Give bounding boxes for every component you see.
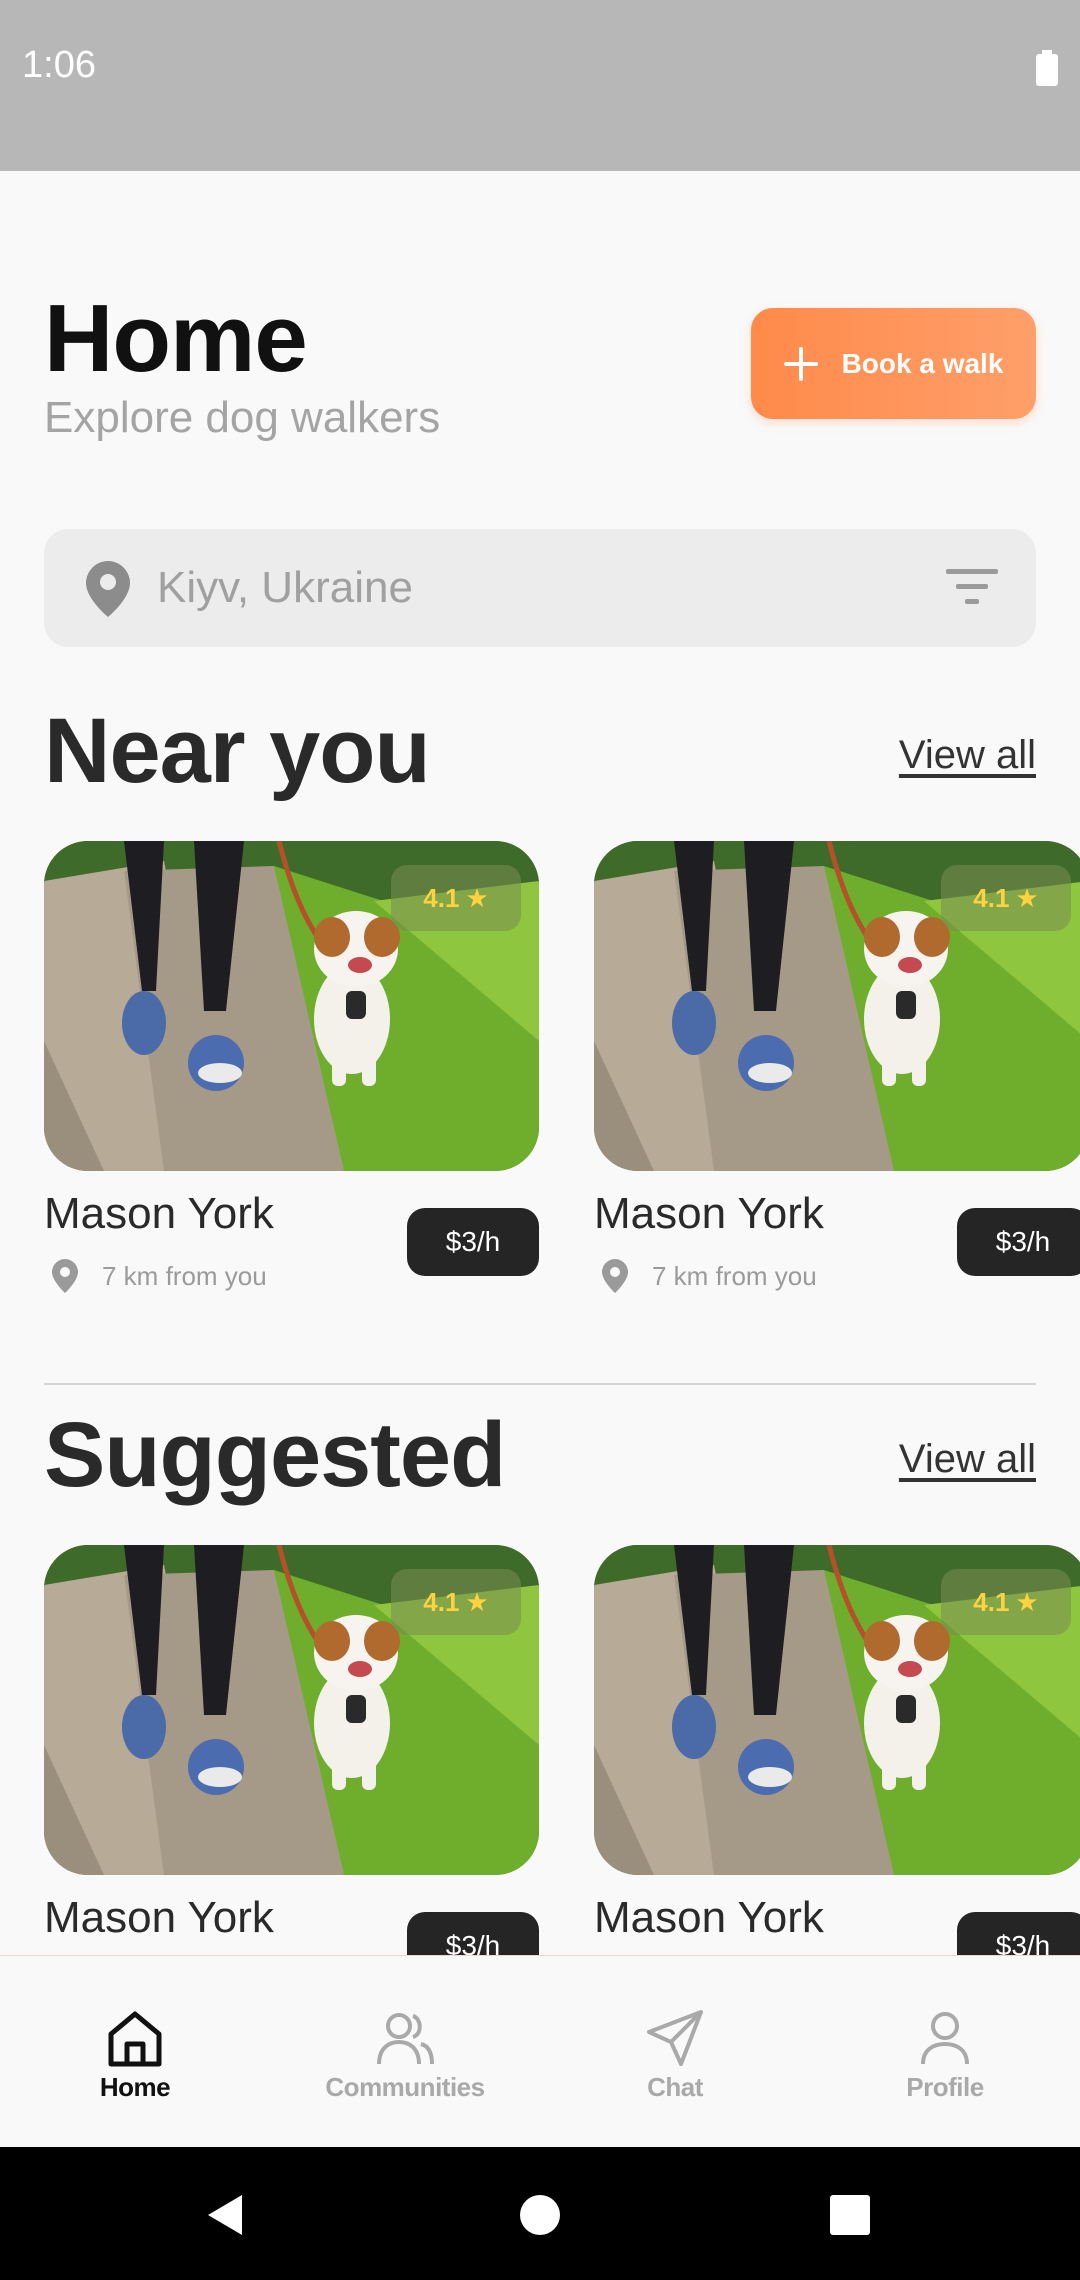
rating-badge: 4.1 ★ — [941, 865, 1071, 931]
distance-text: 7 km from you — [652, 1260, 817, 1291]
walker-name: Mason York — [44, 1893, 274, 1942]
rating-value: 4.1 — [973, 882, 1010, 913]
tab-communities[interactable]: Communities — [270, 1956, 540, 2148]
battery-icon — [1036, 50, 1058, 86]
tab-chat[interactable]: Chat — [540, 1956, 810, 2148]
send-icon — [647, 2010, 703, 2066]
book-walk-button[interactable]: Book a walk — [751, 308, 1036, 419]
price-badge: $3/h — [407, 1208, 539, 1276]
section-divider — [44, 1383, 1036, 1385]
rating-badge: 4.1 ★ — [391, 865, 521, 931]
user-icon — [921, 2012, 969, 2065]
status-time: 1:06 — [22, 44, 96, 86]
rating-value: 4.1 — [423, 882, 460, 913]
near-you-title: Near you — [44, 700, 431, 802]
price-badge: $3/h — [957, 1208, 1080, 1276]
home-circle-icon[interactable] — [510, 2185, 570, 2245]
price-badge: $3/h — [407, 1912, 539, 1955]
location-search-input[interactable] — [157, 553, 917, 623]
distance-text: 7 km from you — [102, 1260, 267, 1291]
plus-icon — [783, 346, 818, 381]
filter-icon[interactable] — [946, 569, 998, 605]
users-icon — [377, 2013, 434, 2065]
location-pin-icon — [602, 1259, 628, 1293]
bottom-tab-bar: Home Communities Chat Profile — [0, 1955, 1080, 2147]
home-screen: Home Explore dog walkers Book a walk Nea… — [0, 171, 1080, 1955]
back-icon[interactable] — [196, 2185, 256, 2245]
star-icon: ★ — [465, 1586, 489, 1617]
recents-icon[interactable] — [820, 2185, 880, 2245]
tab-communities-label: Communities — [325, 2072, 485, 2102]
tab-home[interactable]: Home — [0, 1956, 270, 2148]
star-icon: ★ — [1015, 882, 1039, 913]
system-nav-bar — [0, 2147, 1080, 2280]
near-you-view-all-link[interactable]: View all — [899, 733, 1036, 778]
tab-profile-label: Profile — [906, 2072, 984, 2102]
rating-value: 4.1 — [423, 1586, 460, 1617]
suggested-title: Suggested — [44, 1404, 506, 1506]
home-icon — [108, 2011, 162, 2067]
rating-badge: 4.1 ★ — [391, 1569, 521, 1635]
price-badge: $3/h — [957, 1912, 1080, 1955]
book-walk-label: Book a walk — [841, 347, 1004, 379]
walker-name: Mason York — [594, 1189, 824, 1238]
page-title: Home — [44, 285, 308, 392]
suggested-view-all-link[interactable]: View all — [899, 1437, 1036, 1482]
status-bar: 1:06 — [0, 0, 1080, 171]
location-search — [44, 529, 1036, 647]
walker-name: Mason York — [594, 1893, 824, 1942]
distance-info: 7 km from you — [52, 1259, 267, 1293]
rating-value: 4.1 — [973, 1586, 1010, 1617]
tab-chat-label: Chat — [647, 2072, 703, 2102]
distance-info: 7 km from you — [602, 1259, 817, 1293]
page-subtitle: Explore dog walkers — [44, 393, 441, 442]
location-pin-icon — [86, 561, 130, 617]
tab-home-label: Home — [99, 2072, 171, 2102]
star-icon: ★ — [465, 882, 489, 913]
tab-profile[interactable]: Profile — [810, 1956, 1080, 2148]
location-pin-icon — [52, 1259, 78, 1293]
walker-name: Mason York — [44, 1189, 274, 1238]
rating-badge: 4.1 ★ — [941, 1569, 1071, 1635]
star-icon: ★ — [1015, 1586, 1039, 1617]
